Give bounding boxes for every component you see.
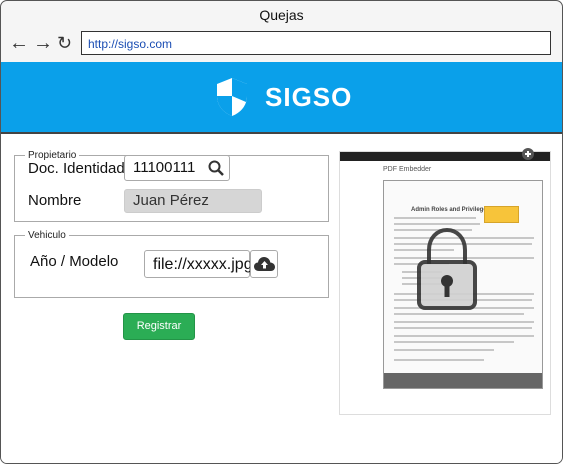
reload-icon[interactable]: ↻ [57, 31, 72, 55]
expand-icon[interactable] [520, 148, 536, 160]
main-content: Propietario Doc. Identidad 11100111 Nomb… [1, 134, 562, 463]
back-icon[interactable]: ← [9, 31, 29, 55]
preview-doc-title: Admin Roles and Privileges [411, 207, 491, 213]
document-preview: PDF Embedder Admin Roles and Privileges [339, 151, 551, 415]
search-icon[interactable] [208, 160, 224, 176]
forward-icon[interactable]: → [33, 31, 53, 55]
doc-id-input[interactable]: 11100111 [124, 155, 230, 181]
preview-page-heading: PDF Embedder [383, 166, 432, 173]
brand-name: SIGSO [265, 82, 353, 112]
name-label: Nombre [28, 192, 82, 209]
preview-page-footer [384, 373, 542, 388]
doc-id-label: Doc. Identidad [28, 160, 125, 177]
vehicle-legend: Vehiculo [28, 230, 66, 241]
preview-toolbar [340, 152, 550, 161]
cloud-upload-icon [254, 257, 275, 271]
browser-toolbar: ← → ↻ http://sigso.com [1, 29, 562, 61]
browser-window: Quejas ← → ↻ http://sigso.com SIGSO Prop… [0, 0, 563, 464]
address-bar[interactable]: http://sigso.com [81, 31, 551, 55]
shield-icon [217, 78, 247, 116]
doc-id-value: 11100111 [133, 159, 196, 176]
upload-button[interactable] [250, 250, 278, 278]
site-header: SIGSO [1, 62, 562, 134]
name-field: Juan Pérez [124, 189, 262, 213]
register-button[interactable]: Registrar [123, 313, 195, 340]
lock-icon [417, 227, 477, 310]
preview-sticky-note [484, 206, 519, 223]
file-input[interactable]: file://xxxxx.jpg [144, 250, 253, 278]
window-title: Quejas [259, 7, 304, 23]
model-label: Año / Modelo [30, 253, 119, 270]
